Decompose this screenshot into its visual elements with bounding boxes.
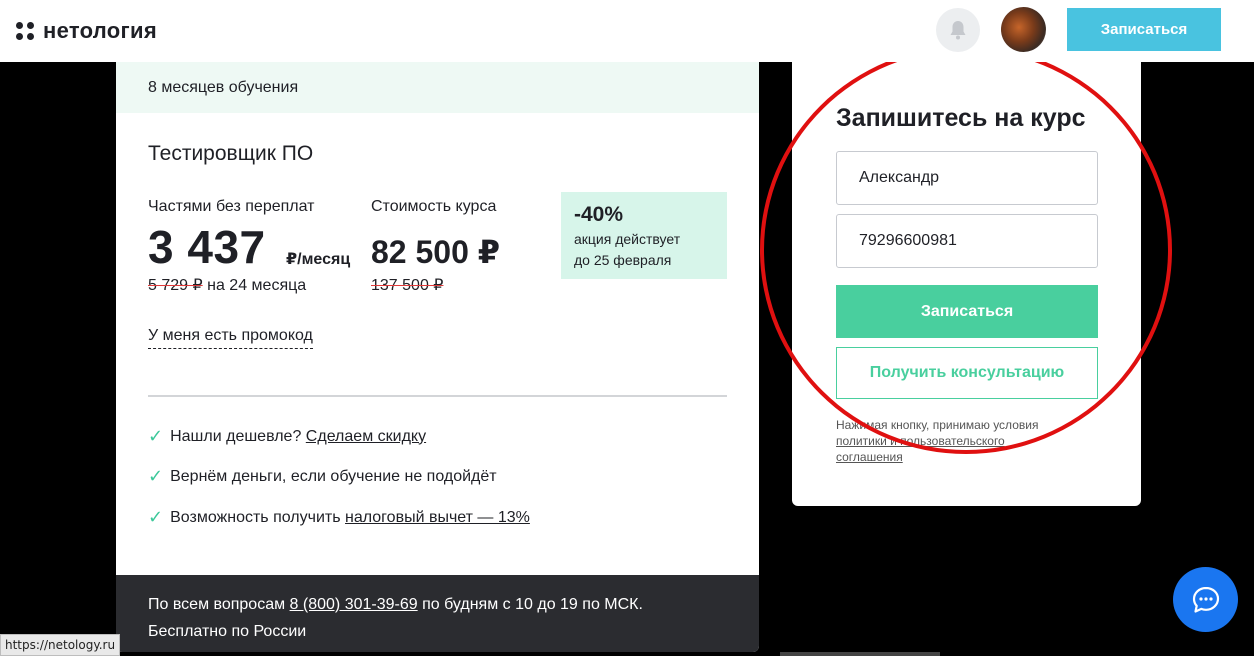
site-header: нетология Записаться (0, 0, 1254, 62)
promo-percent: -40% (574, 203, 624, 226)
chat-button[interactable] (1173, 567, 1238, 632)
phone-link[interactable]: 8 (800) 301-39-69 (290, 596, 418, 613)
course-old-price: 137 500 ₽ (371, 277, 444, 294)
policy-link[interactable]: политики и пользовательского (836, 434, 1005, 448)
contact-prefix: По всем вопросам (148, 596, 286, 613)
header-signup-button[interactable]: Записаться (1067, 8, 1221, 51)
benefit-text: Нашли дешевле? Сделаем скидку (170, 428, 426, 446)
benefit-item: ✓ Нашли дешевле? Сделаем скидку (148, 426, 426, 447)
installment-old-amount: 5 729 ₽ (148, 277, 203, 294)
promocode-link[interactable]: У меня есть промокод (148, 327, 313, 349)
scroll-indicator (780, 652, 940, 656)
installment-term: на 24 месяца (207, 277, 307, 294)
promo-text: акция действует до 25 февраля (574, 229, 714, 271)
installment-price: 3 437 (148, 221, 266, 273)
course-card: 8 месяцев обучения Тестировщик ПО Частям… (116, 62, 759, 652)
benefit-label: Возможность получить (170, 508, 341, 526)
signup-title: Запишитесь на курс (836, 104, 1086, 132)
avatar[interactable] (1001, 7, 1046, 52)
tax-deduction-link[interactable]: налоговый вычет — 13% (345, 509, 530, 526)
benefit-text: Вернём деньги, если обучение не подойдёт (170, 467, 497, 485)
course-duration: 8 месяцев обучения (116, 62, 759, 113)
promo-line-1: акция действует (574, 231, 681, 247)
contact-hours: по будням с 10 до 19 по МСК. (422, 596, 643, 613)
promo-badge: -40% акция действует до 25 февраля (561, 192, 727, 279)
bell-icon[interactable] (936, 8, 980, 52)
discount-link[interactable]: Сделаем скидку (306, 428, 426, 445)
agreement-link[interactable]: соглашения (836, 450, 903, 464)
signup-card: Запишитесь на курс Записаться Получить к… (792, 62, 1141, 506)
installment-unit: ₽/месяц (286, 251, 351, 268)
installment-old-price: 5 729 ₽ на 24 месяца (148, 275, 306, 295)
agreement-prefix: Нажимая кнопку, принимаю условия (836, 418, 1039, 432)
phone-field[interactable] (836, 214, 1098, 268)
installment-label: Частями без переплат (148, 198, 315, 215)
chat-icon (1192, 586, 1219, 613)
benefit-item: ✓ Вернём деньги, если обучение не подойд… (148, 466, 497, 487)
consultation-button[interactable]: Получить консультацию (836, 347, 1098, 399)
contact-line-2: Бесплатно по России (148, 623, 307, 640)
divider (148, 395, 727, 397)
course-price: 82 500 ₽ (371, 234, 501, 270)
benefit-text: Возможность получить налоговый вычет — 1… (170, 509, 530, 527)
submit-button[interactable]: Записаться (836, 285, 1098, 338)
check-icon: ✓ (148, 466, 164, 486)
promo-line-2: до 25 февраля (574, 252, 672, 268)
logo-text: нетология (43, 18, 157, 43)
benefit-item: ✓ Возможность получить налоговый вычет —… (148, 507, 530, 528)
name-field[interactable] (836, 151, 1098, 205)
contact-line-1: По всем вопросам 8 (800) 301-39-69 по бу… (148, 591, 727, 618)
agreement-text: Нажимая кнопку, принимаю условия политик… (836, 417, 1136, 465)
cost-label: Стоимость курса (371, 198, 497, 215)
status-url: https://netology.ru (0, 634, 121, 656)
logo-icon (16, 22, 34, 40)
logo[interactable]: нетология (16, 18, 157, 44)
check-icon: ✓ (148, 426, 164, 446)
check-icon: ✓ (148, 507, 164, 527)
contact-band: По всем вопросам 8 (800) 301-39-69 по бу… (116, 575, 759, 652)
benefit-label: Нашли дешевле? (170, 427, 302, 445)
course-title: Тестировщик ПО (148, 142, 314, 165)
